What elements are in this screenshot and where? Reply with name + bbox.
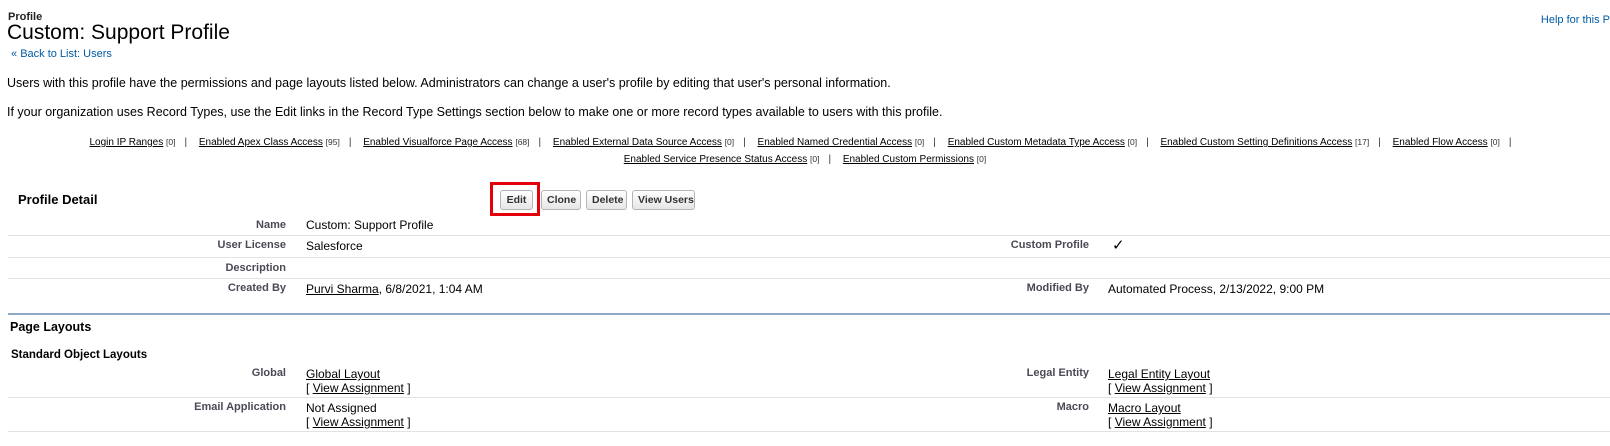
profile-detail-title: Profile Detail — [18, 192, 98, 207]
view-assignment-link[interactable]: View Assignment — [313, 381, 404, 395]
row-divider — [8, 431, 1610, 432]
link-separator: | — [1146, 137, 1149, 148]
edit-button[interactable]: Edit — [500, 190, 533, 210]
link-visualforce-page-access[interactable]: Enabled Visualforce Page Access — [363, 137, 512, 148]
count-badge: [0] — [1490, 137, 1500, 147]
global-view-assignment: [ View Assignment ] — [306, 381, 411, 395]
legal-entity-layout-cell: Legal Entity Layout — [1108, 367, 1210, 381]
global-layout-cell: Global Layout — [306, 367, 380, 381]
link-login-ip-ranges[interactable]: Login IP Ranges — [89, 137, 163, 148]
bracket-open: [ — [306, 415, 310, 429]
page-title: Custom: Support Profile — [7, 21, 230, 44]
link-named-credential-access[interactable]: Enabled Named Credential Access — [758, 137, 913, 148]
email-application-value: Not Assigned — [306, 401, 377, 415]
link-custom-permissions[interactable]: Enabled Custom Permissions — [843, 154, 974, 165]
related-links-row-1: Login IP Ranges [0] | Enabled Apex Class … — [0, 137, 1610, 148]
count-badge: [0] — [809, 154, 820, 164]
created-by-label: Created By — [227, 282, 286, 294]
link-separator: | — [1378, 137, 1381, 148]
user-license-value: Salesforce — [306, 239, 363, 253]
back-to-list-link[interactable]: Back to List: Users — [20, 48, 112, 60]
link-separator: | — [1508, 137, 1512, 148]
link-separator: | — [184, 137, 188, 148]
link-flow-access[interactable]: Enabled Flow Access — [1393, 137, 1488, 148]
view-assignment-link[interactable]: View Assignment — [1115, 415, 1206, 429]
macro-label: Macro — [1056, 401, 1089, 413]
row-divider — [8, 278, 1610, 279]
macro-layout-cell: Macro Layout — [1108, 401, 1181, 415]
breadcrumb: « Back to List: Users — [11, 48, 112, 60]
checkmark-icon: ✓ — [1112, 237, 1125, 254]
modified-by-label: Modified By — [1026, 282, 1089, 294]
legal-entity-view-assignment: [ View Assignment ] — [1108, 381, 1213, 395]
macro-view-assignment: [ View Assignment ] — [1108, 415, 1213, 429]
count-badge: [0] — [914, 137, 925, 147]
global-label: Global — [251, 367, 286, 379]
intro-text-1: Users with this profile have the permiss… — [7, 76, 891, 90]
name-value: Custom: Support Profile — [306, 218, 434, 232]
link-service-presence-status-access[interactable]: Enabled Service Presence Status Access — [624, 154, 807, 165]
link-separator: | — [538, 137, 542, 148]
page-layouts-title: Page Layouts — [10, 320, 92, 334]
count-badge: [95] — [325, 137, 340, 147]
bracket-close: ] — [407, 415, 411, 429]
view-users-button[interactable]: View Users — [632, 190, 695, 210]
created-by-date: , 6/8/2021, 1:04 AM — [378, 282, 483, 296]
link-external-data-source-access[interactable]: Enabled External Data Source Access — [553, 137, 722, 148]
count-badge: [0] — [976, 154, 987, 164]
back-chevron-icon: « — [11, 48, 18, 60]
global-layout-link[interactable]: Global Layout — [306, 367, 380, 381]
legal-entity-layout-link[interactable]: Legal Entity Layout — [1108, 367, 1210, 381]
bracket-close: ] — [1209, 415, 1213, 429]
view-assignment-link[interactable]: View Assignment — [313, 415, 404, 429]
link-separator: | — [743, 137, 746, 148]
link-separator: | — [828, 154, 832, 165]
count-badge: [68] — [515, 137, 530, 147]
name-label: Name — [256, 219, 286, 231]
legal-entity-label: Legal Entity — [1026, 367, 1089, 379]
bracket-open: [ — [1108, 415, 1112, 429]
count-badge: [17] — [1355, 137, 1370, 147]
help-link[interactable]: Help for this P — [1541, 14, 1610, 26]
bracket-close: ] — [1209, 381, 1213, 395]
bracket-open: [ — [306, 381, 310, 395]
link-separator: | — [933, 137, 936, 148]
delete-button[interactable]: Delete — [586, 190, 627, 210]
related-links-row-2: Enabled Service Presence Status Access [… — [0, 154, 1610, 165]
count-badge: [0] — [166, 137, 176, 147]
link-apex-class-access[interactable]: Enabled Apex Class Access — [199, 137, 323, 148]
count-badge: [0] — [1127, 137, 1138, 147]
created-by-value: Purvi Sharma, 6/8/2021, 1:04 AM — [306, 282, 483, 296]
count-badge: [0] — [724, 137, 735, 147]
email-application-label: Email Application — [194, 401, 286, 413]
description-label: Description — [225, 262, 286, 274]
section-divider — [8, 313, 1610, 315]
macro-layout-link[interactable]: Macro Layout — [1108, 401, 1181, 415]
row-divider — [8, 257, 1610, 258]
link-custom-setting-definitions-access[interactable]: Enabled Custom Setting Definitions Acces… — [1160, 137, 1352, 148]
user-license-label: User License — [217, 239, 286, 251]
custom-profile-label: Custom Profile — [1010, 239, 1089, 251]
modified-by-value: Automated Process, 2/13/2022, 9:00 PM — [1108, 282, 1325, 296]
intro-text-2: If your organization uses Record Types, … — [7, 105, 943, 119]
clone-button[interactable]: Clone — [541, 190, 581, 210]
link-custom-metadata-type-access[interactable]: Enabled Custom Metadata Type Access — [948, 137, 1125, 148]
email-application-view-assignment: [ View Assignment ] — [306, 415, 411, 429]
bracket-open: [ — [1108, 381, 1112, 395]
row-divider — [8, 235, 1610, 236]
standard-object-layouts-subtitle: Standard Object Layouts — [11, 349, 148, 361]
created-by-user-link[interactable]: Purvi Sharma — [306, 282, 379, 296]
bracket-close: ] — [407, 381, 411, 395]
row-divider — [8, 397, 1610, 398]
view-assignment-link[interactable]: View Assignment — [1115, 381, 1206, 395]
link-separator: | — [348, 137, 352, 148]
